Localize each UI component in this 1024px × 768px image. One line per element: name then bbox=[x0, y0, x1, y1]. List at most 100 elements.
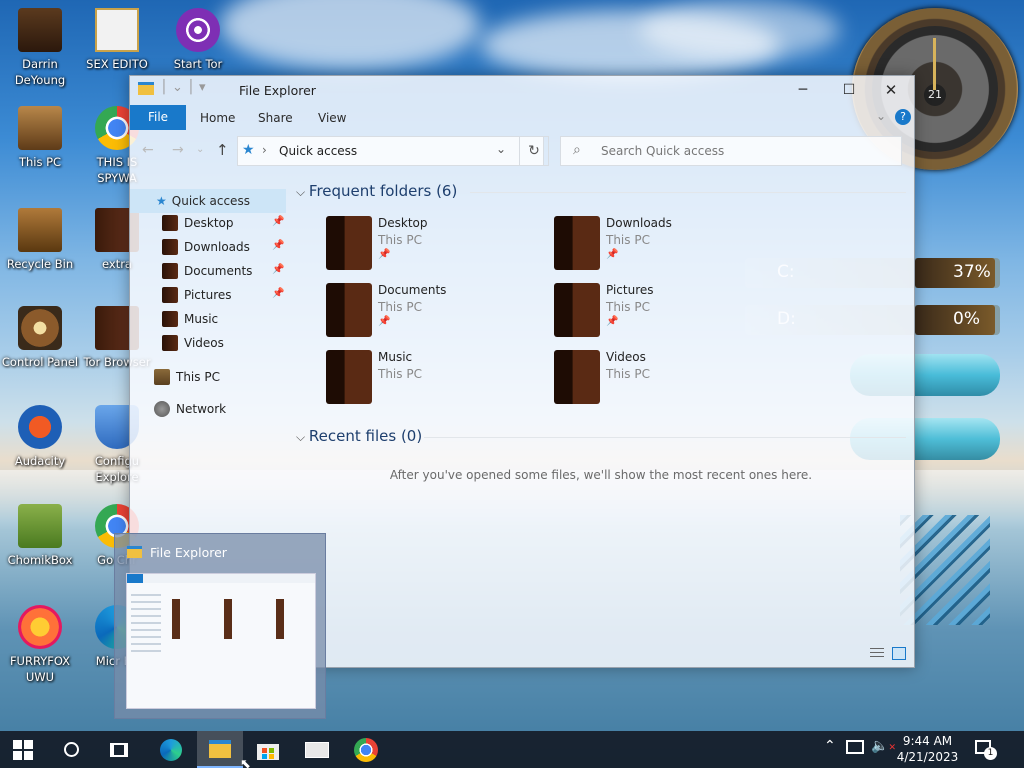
action-center-button[interactable]: 1 bbox=[973, 738, 997, 760]
recent-locations-icon[interactable]: ⌄ bbox=[196, 144, 204, 155]
taskbar-chrome[interactable] bbox=[343, 731, 389, 768]
pin-icon: 📌 bbox=[378, 249, 391, 260]
pin-icon: 📌 bbox=[606, 316, 619, 327]
back-arrow-icon[interactable]: ← bbox=[142, 142, 154, 158]
forward-arrow-icon[interactable]: → bbox=[172, 142, 184, 158]
start-button[interactable] bbox=[0, 731, 46, 768]
details-view-button[interactable] bbox=[870, 648, 884, 660]
frequent-folders-header[interactable]: ⌵ Frequent folders (6) bbox=[296, 182, 457, 200]
desktop-icon-label: FURRYFOX UWU bbox=[9, 654, 71, 684]
taskbar-edge[interactable] bbox=[148, 731, 194, 768]
nav-item-downloads[interactable]: Downloads 📌 bbox=[162, 236, 322, 258]
nav-item-desktop[interactable]: Desktop 📌 bbox=[162, 212, 322, 234]
control-panel-icon bbox=[18, 306, 62, 350]
search-icon: ⌕ bbox=[573, 142, 581, 158]
folder-icon bbox=[326, 216, 372, 270]
pin-icon: 📌 bbox=[606, 249, 619, 260]
search-box[interactable]: ⌕ Search Quick access bbox=[560, 136, 902, 166]
clock-time: 9:44 AM bbox=[902, 734, 953, 748]
thumbnail-title: File Explorer bbox=[150, 545, 227, 560]
desktop-icon[interactable]: Darrin DeYoung bbox=[0, 8, 80, 88]
desktop-icon[interactable]: ChomikBox bbox=[0, 504, 80, 568]
task-view-icon bbox=[110, 742, 128, 757]
folder-icon bbox=[162, 239, 178, 255]
desktop-icon-label: SEX EDITO bbox=[86, 57, 148, 71]
system-clock[interactable]: 9:44 AM 4/21/2023 bbox=[890, 733, 965, 767]
task-view-button[interactable] bbox=[96, 731, 142, 768]
taskbar-mail[interactable] bbox=[294, 731, 340, 768]
folder-tile-music[interactable]: Music This PC bbox=[326, 350, 566, 410]
folder-location: This PC bbox=[606, 300, 650, 314]
nav-item-label: Videos bbox=[184, 336, 224, 350]
drive-c-percent: 37% bbox=[953, 262, 991, 282]
show-hidden-icons-chevron-icon[interactable]: ⌃ bbox=[824, 738, 836, 754]
recycle-bin-icon bbox=[18, 208, 62, 252]
window-title: File Explorer bbox=[239, 83, 316, 98]
folder-name: Desktop bbox=[378, 216, 428, 230]
up-arrow-icon[interactable]: ↑ bbox=[216, 141, 229, 159]
taskbar-file-explorer[interactable] bbox=[197, 731, 243, 768]
chomikbox-icon bbox=[18, 504, 62, 548]
nav-item-label: Downloads bbox=[184, 240, 250, 254]
expand-ribbon-icon[interactable]: ⌄ bbox=[876, 109, 886, 123]
quick-access-star-icon: ★ bbox=[242, 142, 255, 158]
chrome-icon bbox=[354, 737, 378, 762]
folder-tile-videos[interactable]: Videos This PC bbox=[554, 350, 794, 410]
search-button[interactable] bbox=[48, 731, 94, 768]
maximize-button[interactable]: ☐ bbox=[826, 76, 872, 104]
folder-tile-pictures[interactable]: Pictures This PC 📌 bbox=[554, 283, 794, 343]
nav-this-pc[interactable]: This PC bbox=[154, 366, 220, 388]
address-dropdown-icon[interactable]: ⌄ bbox=[496, 142, 506, 156]
desktop-icon-label: Audacity bbox=[14, 454, 66, 468]
nav-item-label: Documents bbox=[184, 264, 253, 278]
thumbnail-nav bbox=[131, 594, 161, 654]
refresh-button[interactable]: ↻ bbox=[519, 136, 549, 166]
folder-location: This PC bbox=[378, 300, 422, 314]
nav-item-label: Music bbox=[184, 312, 219, 326]
collapse-chevron-icon: ⌵ bbox=[296, 430, 309, 444]
mouse-cursor-icon: ⬉ bbox=[240, 757, 251, 768]
tab-share[interactable]: Share bbox=[258, 111, 293, 125]
help-icon[interactable]: ? bbox=[895, 109, 911, 125]
desktop-icon-label: Start Tor bbox=[173, 57, 223, 71]
tab-view[interactable]: View bbox=[318, 111, 346, 125]
folder-tile-desktop[interactable]: Desktop This PC 📌 bbox=[326, 216, 566, 276]
nav-item-pictures[interactable]: Pictures 📌 bbox=[162, 284, 322, 306]
quick-access-toolbar[interactable]: │ ⌄ │ ▾ bbox=[160, 80, 205, 95]
search-input[interactable]: Search Quick access bbox=[601, 144, 724, 158]
desktop-icon[interactable]: Recycle Bin bbox=[0, 208, 80, 272]
nav-item-music[interactable]: Music bbox=[162, 308, 322, 330]
nav-item-label: Desktop bbox=[184, 216, 234, 230]
desktop-icon[interactable]: Start Tor bbox=[158, 8, 238, 72]
folder-tile-documents[interactable]: Documents This PC 📌 bbox=[326, 283, 566, 343]
address-bar[interactable]: ★ › Quick access ⌄ bbox=[237, 136, 544, 166]
taskbar-store[interactable] bbox=[245, 731, 291, 768]
folder-tile-downloads[interactable]: Downloads This PC 📌 bbox=[554, 216, 794, 276]
folder-location: This PC bbox=[378, 367, 422, 381]
navigation-pane: ★ Quick access Desktop 📌 Downloads 📌 Documen… bbox=[130, 186, 290, 426]
desktop-icon[interactable]: FURRYFOX UWU bbox=[0, 605, 80, 685]
nav-quick-access[interactable]: ★ Quick access bbox=[130, 189, 286, 213]
minimize-button[interactable]: ─ bbox=[780, 76, 826, 104]
network-status-icon[interactable] bbox=[846, 740, 864, 754]
nav-network[interactable]: Network bbox=[154, 398, 226, 420]
desktop-icon[interactable]: SEX EDITO bbox=[77, 8, 157, 72]
address-row: ← → ⌄ ↑ ★ › Quick access ⌄ ↻ ⌕ Search Qu… bbox=[130, 134, 914, 168]
folder-icon bbox=[554, 350, 600, 404]
tab-file[interactable]: File bbox=[130, 105, 186, 130]
nav-item-videos[interactable]: Videos bbox=[162, 332, 322, 354]
folder-location: This PC bbox=[606, 367, 650, 381]
nav-item-documents[interactable]: Documents 📌 bbox=[162, 260, 322, 282]
audacity-icon bbox=[18, 405, 62, 449]
user-folder-icon bbox=[18, 8, 62, 52]
desktop-icon[interactable]: Audacity bbox=[0, 405, 80, 469]
taskbar-thumbnail-preview[interactable]: File Explorer bbox=[114, 533, 326, 719]
desktop-icon[interactable]: Control Panel bbox=[0, 306, 80, 370]
desktop-icon[interactable]: This PC bbox=[0, 106, 80, 170]
close-button[interactable]: ✕ bbox=[868, 76, 914, 104]
large-icons-view-button[interactable] bbox=[892, 647, 906, 660]
header-divider bbox=[470, 192, 906, 193]
recent-files-header[interactable]: ⌵ Recent files (0) bbox=[296, 427, 422, 445]
tab-home[interactable]: Home bbox=[200, 111, 235, 125]
header-divider bbox=[424, 437, 906, 438]
